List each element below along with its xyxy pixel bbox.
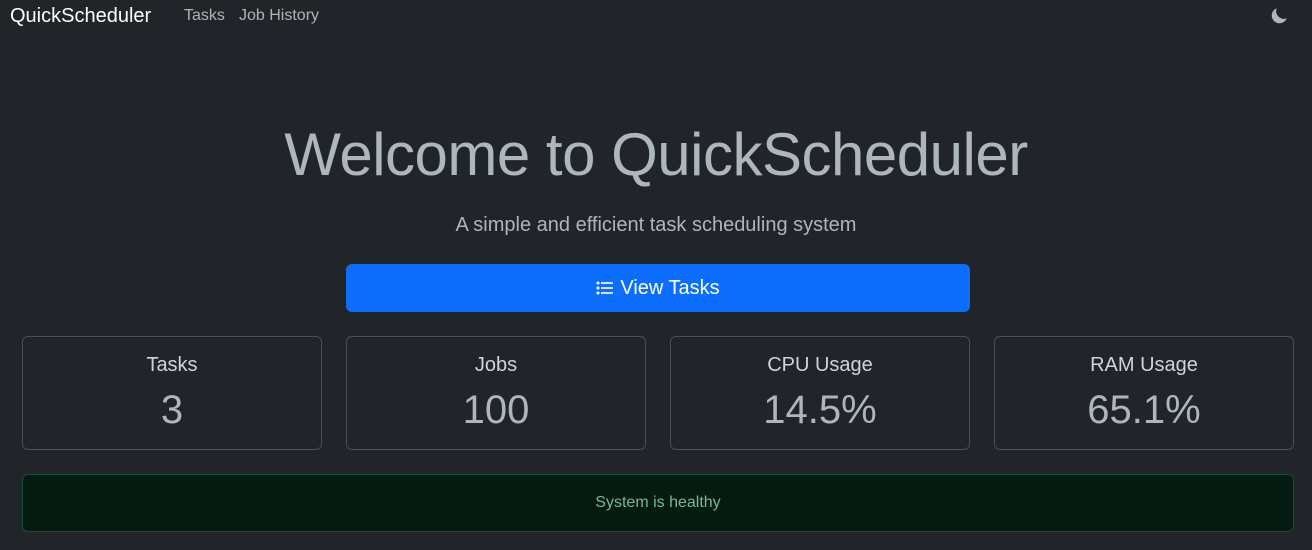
nav-link-tasks[interactable]: Tasks xyxy=(184,6,225,26)
moon-icon xyxy=(1271,8,1287,24)
system-status-message: System is healthy xyxy=(595,494,721,511)
view-tasks-button[interactable]: View Tasks xyxy=(346,264,970,312)
theme-toggle-button[interactable] xyxy=(1266,3,1292,29)
brand-link[interactable]: QuickScheduler xyxy=(10,5,151,27)
stat-value: 100 xyxy=(462,388,530,432)
nav-link-job-history[interactable]: Job History xyxy=(239,6,319,26)
stat-value: 65.1% xyxy=(1087,388,1201,432)
stat-value: 14.5% xyxy=(763,388,877,432)
stat-card-jobs: Jobs 100 xyxy=(346,336,646,450)
list-icon xyxy=(596,281,614,295)
system-status-alert: System is healthy xyxy=(22,474,1294,532)
page-title: Welcome to QuickScheduler xyxy=(284,121,1028,188)
page-subtitle: A simple and efficient task scheduling s… xyxy=(455,214,857,236)
navbar: QuickScheduler Tasks Job History xyxy=(0,0,1312,34)
stat-label: CPU Usage xyxy=(767,354,873,376)
stat-card-cpu-usage: CPU Usage 14.5% xyxy=(670,336,970,450)
stat-card-tasks: Tasks 3 xyxy=(22,336,322,450)
stat-value: 3 xyxy=(160,388,184,432)
stat-card-ram-usage: RAM Usage 65.1% xyxy=(994,336,1294,450)
stat-label: RAM Usage xyxy=(1090,354,1198,376)
view-tasks-label: View Tasks xyxy=(620,276,720,299)
stat-label: Jobs xyxy=(474,354,518,376)
stat-label: Tasks xyxy=(146,354,198,376)
